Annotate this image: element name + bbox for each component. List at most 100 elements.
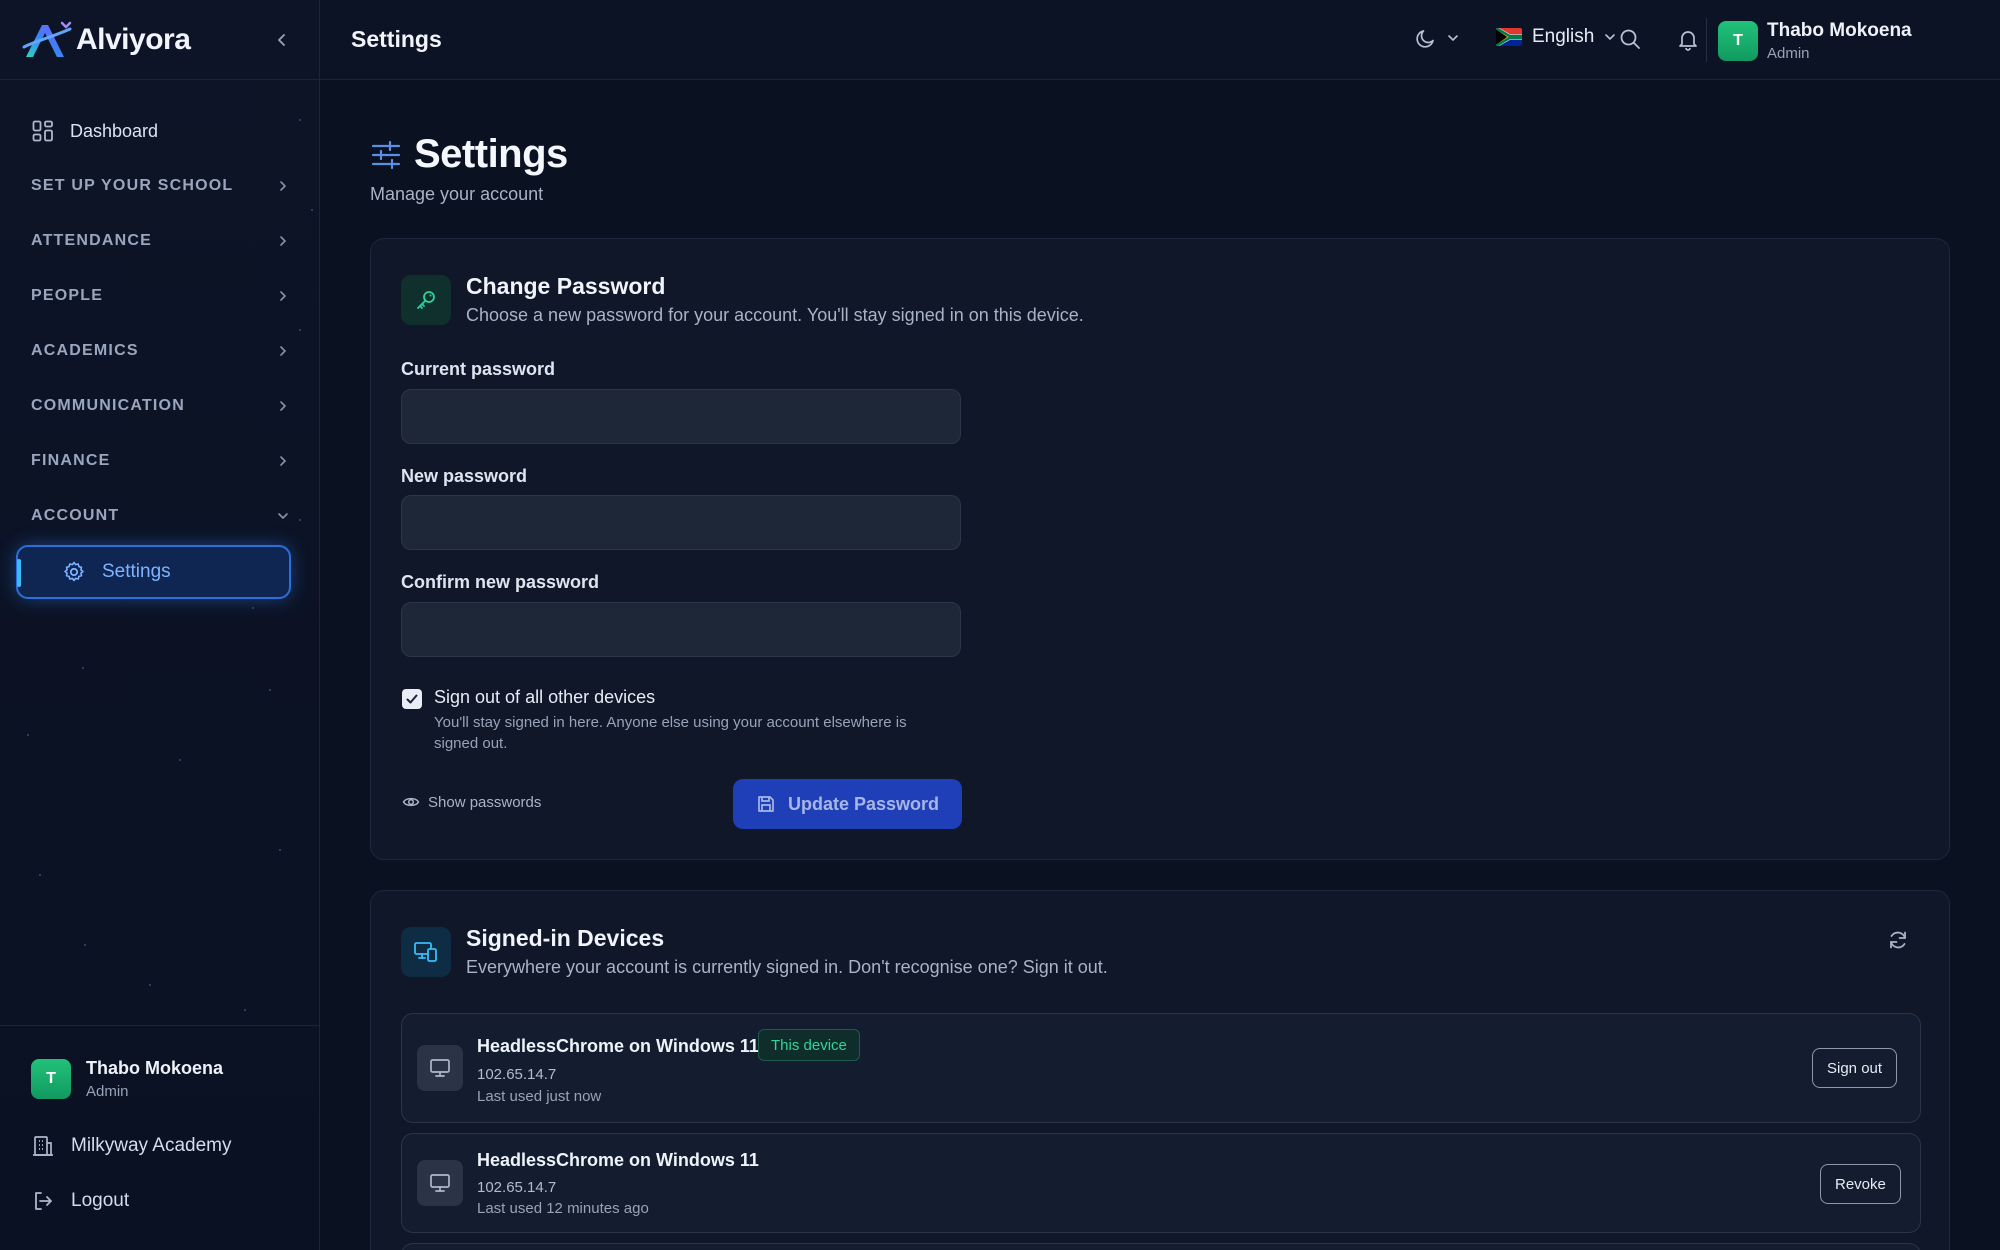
language-selector[interactable]: English	[1496, 26, 1616, 48]
device-last-used: Last used just now	[477, 1088, 602, 1105]
notifications-button[interactable]	[1676, 27, 1700, 56]
devices-icon	[414, 942, 437, 962]
card-title: Change Password	[466, 273, 666, 299]
theme-toggle[interactable]	[1415, 27, 1459, 49]
sidebar-section-account[interactable]: ACCOUNT	[0, 488, 319, 543]
sidebar-item-dashboard[interactable]: Dashboard	[0, 108, 319, 154]
confirm-password-label: Confirm new password	[401, 572, 600, 592]
card-description: Choose a new password for your account. …	[466, 305, 1084, 325]
check-icon	[406, 694, 418, 704]
chevron-down-icon	[1605, 34, 1616, 41]
user-meta: Thabo Mokoena Admin	[1767, 20, 1912, 62]
sidebar-item-label: Settings	[102, 561, 171, 582]
chevron-right-icon	[280, 180, 287, 191]
section-label: PEOPLE	[31, 286, 104, 304]
signout-others-checkbox[interactable]	[402, 689, 422, 709]
alviyora-logo-icon[interactable]	[22, 19, 72, 61]
logout-button[interactable]: Logout	[31, 1173, 319, 1228]
topbar-divider	[1706, 18, 1707, 62]
device-name: HeadlessChrome on Windows 11	[477, 1036, 759, 1056]
sidebar-section-finance[interactable]: FINANCE	[0, 433, 319, 488]
monitor-icon	[430, 1059, 450, 1077]
current-password-label: Current password	[401, 359, 556, 379]
refresh-icon	[1890, 931, 1906, 949]
sidebar-nav: Dashboard SET UP YOUR SCHOOL ATTENDANCE …	[0, 80, 319, 599]
change-password-card: Change Password Choose a new password fo…	[370, 238, 1950, 860]
south-africa-flag-icon	[1496, 28, 1522, 46]
topbar-user-menu[interactable]: T Thabo Mokoena Admin	[1718, 20, 1912, 62]
update-password-label: Update Password	[787, 793, 940, 814]
section-label: ATTENDANCE	[31, 231, 153, 249]
school-name: Milkyway Academy	[71, 1134, 232, 1156]
revoke-device-button[interactable]: Revoke	[1820, 1164, 1901, 1204]
page-header: Settings	[370, 132, 568, 177]
device-ip: 102.65.14.7	[477, 1066, 557, 1083]
logout-icon	[35, 1191, 52, 1210]
section-label: ACADEMICS	[31, 341, 139, 359]
signout-others-label[interactable]: Sign out of all other devices	[434, 687, 655, 708]
chevron-down-icon	[278, 512, 288, 519]
section-label: ACCOUNT	[31, 506, 120, 524]
language-label: English	[1532, 26, 1595, 47]
dashboard-grid-icon	[32, 120, 53, 142]
show-passwords-label: Show passwords	[428, 793, 542, 811]
sidebar-item-settings[interactable]: Settings	[16, 545, 291, 599]
sidebar-section-setup[interactable]: SET UP YOUR SCHOOL	[0, 158, 319, 213]
device-row	[401, 1243, 1921, 1250]
signed-in-devices-card: Signed-in Devices Everywhere your accoun…	[370, 890, 1950, 1250]
user-role: Admin	[86, 1083, 129, 1100]
device-row: HeadlessChrome on Windows 11 This device…	[401, 1013, 1921, 1123]
card-icon	[401, 275, 451, 325]
top-bar: Settings English T Thabo Mokoena Admin	[320, 0, 2000, 80]
user-meta: Thabo Mokoena Admin	[86, 1058, 223, 1100]
sidebar-user-profile[interactable]: T Thabo Mokoena Admin	[31, 1058, 319, 1100]
school-link[interactable]: Milkyway Academy	[31, 1118, 319, 1173]
page-title: Settings	[414, 132, 568, 176]
current-password-input[interactable]	[401, 389, 961, 444]
device-type	[417, 1160, 463, 1206]
card-icon	[401, 927, 451, 977]
sidebar-section-people[interactable]: PEOPLE	[0, 268, 319, 323]
topbar-title: Settings	[351, 26, 442, 52]
avatar: T	[1718, 21, 1758, 61]
chevron-left-icon	[278, 33, 285, 46]
collapse-sidebar-button[interactable]	[267, 25, 297, 55]
update-password-button[interactable]: Update Password	[733, 779, 962, 829]
sign-out-device-button[interactable]: Sign out	[1812, 1048, 1898, 1088]
sidebar-section-attendance[interactable]: ATTENDANCE	[0, 213, 319, 268]
eye-icon	[402, 797, 420, 807]
app-name: Alviyora	[76, 22, 191, 56]
sidebar-section-academics[interactable]: ACADEMICS	[0, 323, 319, 378]
sidebar-section-communication[interactable]: COMMUNICATION	[0, 378, 319, 433]
this-device-badge: This device	[758, 1029, 860, 1061]
device-row: HeadlessChrome on Windows 11 102.65.14.7…	[401, 1133, 1921, 1233]
avatar: T	[31, 1059, 71, 1099]
monitor-icon	[430, 1174, 450, 1192]
search-button[interactable]	[1618, 27, 1642, 56]
user-name: Thabo Mokoena	[86, 1058, 224, 1078]
new-password-input[interactable]	[401, 495, 961, 550]
sidebar-item-label: Dashboard	[70, 120, 159, 141]
gear-icon	[64, 561, 84, 582]
confirm-password-input[interactable]	[401, 602, 961, 657]
section-label: SET UP YOUR SCHOOL	[31, 176, 234, 194]
show-passwords-toggle[interactable]: Show passwords	[402, 793, 541, 811]
user-role: Admin	[1767, 45, 1810, 62]
chevron-right-icon	[280, 345, 287, 356]
logout-label: Logout	[71, 1189, 130, 1211]
signout-others-help: You'll stay signed in here. Anyone else …	[434, 714, 907, 752]
sidebar-footer: T Thabo Mokoena Admin Milkyway Academy L…	[0, 1025, 319, 1250]
sidebar: Alviyora Dashboard SET UP YOUR SCHOOL AT…	[0, 0, 320, 1250]
device-name: HeadlessChrome on Windows 11	[477, 1150, 759, 1170]
user-name: Thabo Mokoena	[1767, 20, 1912, 41]
chevron-right-icon	[280, 455, 287, 466]
building-icon	[33, 1135, 53, 1156]
chevron-down-icon	[1448, 35, 1458, 42]
key-icon	[417, 291, 435, 309]
search-icon	[1620, 29, 1640, 49]
refresh-devices-button[interactable]	[1887, 929, 1909, 956]
chevron-right-icon	[280, 400, 287, 411]
logo-row: Alviyora	[0, 0, 319, 80]
card-description: Everywhere your account is currently sig…	[466, 957, 1108, 977]
page-subtitle: Manage your account	[370, 184, 544, 204]
